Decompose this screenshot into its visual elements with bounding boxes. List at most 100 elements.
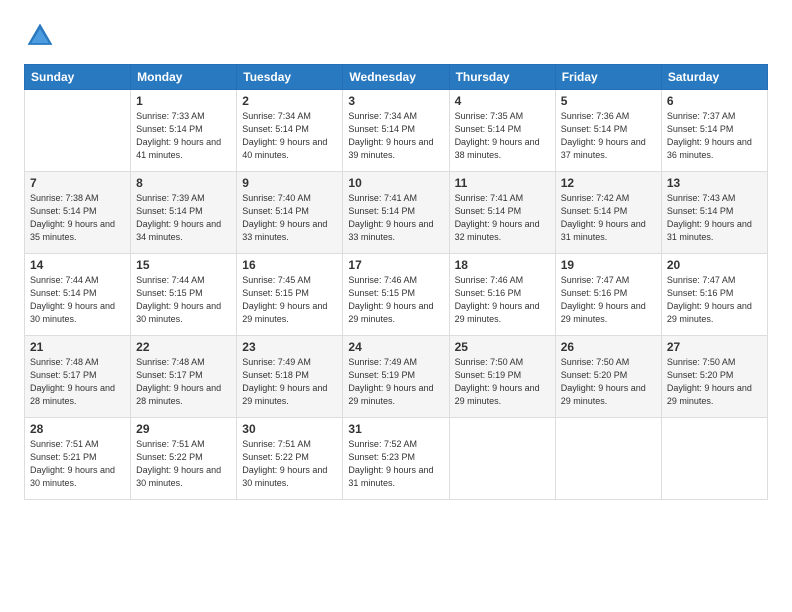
day-info: Sunrise: 7:45 AMSunset: 5:15 PMDaylight:… [242,274,337,326]
day-cell [449,418,555,500]
day-cell [555,418,661,500]
day-cell: 8Sunrise: 7:39 AMSunset: 5:14 PMDaylight… [131,172,237,254]
day-info: Sunrise: 7:50 AMSunset: 5:20 PMDaylight:… [561,356,656,408]
day-number: 27 [667,340,762,354]
logo [24,20,60,52]
day-cell: 15 Sunrise: 7:44 AMSunset: 5:15 PMDayligh… [131,254,237,336]
day-cell: 17 Sunrise: 7:46 AMSunset: 5:15 PMDayligh… [343,254,449,336]
day-info: Sunrise: 7:48 AMSunset: 5:17 PMDaylight:… [136,356,231,408]
day-cell: 28 Sunrise: 7:51 AMSunset: 5:21 PMDayligh… [25,418,131,500]
day-cell: 18 Sunrise: 7:46 AMSunset: 5:16 PMDayligh… [449,254,555,336]
day-info: Sunrise: 7:37 AMSunset: 5:14 PMDaylight:… [667,110,762,162]
day-cell: 24 Sunrise: 7:49 AMSunset: 5:19 PMDayligh… [343,336,449,418]
day-cell: 11 Sunrise: 7:41 AMSunset: 5:14 PMDayligh… [449,172,555,254]
day-cell: 3 Sunrise: 7:34 AMSunset: 5:14 PMDaylight… [343,90,449,172]
day-info: Sunrise: 7:44 AMSunset: 5:15 PMDaylight:… [136,274,231,326]
day-cell: 23 Sunrise: 7:49 AMSunset: 5:18 PMDayligh… [237,336,343,418]
day-info: Sunrise: 7:39 AMSunset: 5:14 PMDaylight:… [136,192,231,244]
day-info: Sunrise: 7:41 AMSunset: 5:14 PMDaylight:… [455,192,550,244]
day-info: Sunrise: 7:46 AMSunset: 5:16 PMDaylight:… [455,274,550,326]
day-number: 6 [667,94,762,108]
day-info: Sunrise: 7:35 AMSunset: 5:14 PMDaylight:… [455,110,550,162]
col-header-tuesday: Tuesday [237,65,343,90]
day-number: 16 [242,258,337,272]
day-info: Sunrise: 7:34 AMSunset: 5:14 PMDaylight:… [242,110,337,162]
day-cell: 1 Sunrise: 7:33 AMSunset: 5:14 PMDaylight… [131,90,237,172]
day-number: 2 [242,94,337,108]
col-header-sunday: Sunday [25,65,131,90]
day-number: 23 [242,340,337,354]
day-info: Sunrise: 7:51 AMSunset: 5:22 PMDaylight:… [136,438,231,490]
day-number: 3 [348,94,443,108]
day-number: 12 [561,176,656,190]
day-cell: 14 Sunrise: 7:44 AMSunset: 5:14 PMDayligh… [25,254,131,336]
day-number: 1 [136,94,231,108]
day-cell: 5 Sunrise: 7:36 AMSunset: 5:14 PMDaylight… [555,90,661,172]
calendar-table: SundayMondayTuesdayWednesdayThursdayFrid… [24,64,768,500]
day-cell: 22 Sunrise: 7:48 AMSunset: 5:17 PMDayligh… [131,336,237,418]
day-number: 17 [348,258,443,272]
col-header-wednesday: Wednesday [343,65,449,90]
day-info: Sunrise: 7:50 AMSunset: 5:19 PMDaylight:… [455,356,550,408]
day-info: Sunrise: 7:44 AMSunset: 5:14 PMDaylight:… [30,274,125,326]
day-info: Sunrise: 7:51 AMSunset: 5:22 PMDaylight:… [242,438,337,490]
day-info: Sunrise: 7:50 AMSunset: 5:20 PMDaylight:… [667,356,762,408]
day-cell: 16 Sunrise: 7:45 AMSunset: 5:15 PMDayligh… [237,254,343,336]
day-number: 20 [667,258,762,272]
day-number: 22 [136,340,231,354]
day-number: 24 [348,340,443,354]
day-info: Sunrise: 7:42 AMSunset: 5:14 PMDaylight:… [561,192,656,244]
day-cell: 10Sunrise: 7:41 AMSunset: 5:14 PMDayligh… [343,172,449,254]
day-info: Sunrise: 7:48 AMSunset: 5:17 PMDaylight:… [30,356,125,408]
day-number: 28 [30,422,125,436]
day-cell: 7Sunrise: 7:38 AMSunset: 5:14 PMDaylight… [25,172,131,254]
week-row-3: 21 Sunrise: 7:48 AMSunset: 5:17 PMDayligh… [25,336,768,418]
day-info: Sunrise: 7:51 AMSunset: 5:21 PMDaylight:… [30,438,125,490]
page: SundayMondayTuesdayWednesdayThursdayFrid… [0,0,792,612]
day-cell: 4Sunrise: 7:35 AMSunset: 5:14 PMDaylight… [449,90,555,172]
day-cell [25,90,131,172]
col-header-monday: Monday [131,65,237,90]
day-number: 14 [30,258,125,272]
week-row-1: 7Sunrise: 7:38 AMSunset: 5:14 PMDaylight… [25,172,768,254]
day-info: Sunrise: 7:41 AMSunset: 5:14 PMDaylight:… [348,192,443,244]
day-number: 25 [455,340,550,354]
day-info: Sunrise: 7:47 AMSunset: 5:16 PMDaylight:… [561,274,656,326]
day-number: 29 [136,422,231,436]
day-cell: 12 Sunrise: 7:42 AMSunset: 5:14 PMDayligh… [555,172,661,254]
day-number: 11 [455,176,550,190]
day-info: Sunrise: 7:38 AMSunset: 5:14 PMDaylight:… [30,192,125,244]
col-header-saturday: Saturday [661,65,767,90]
week-row-2: 14 Sunrise: 7:44 AMSunset: 5:14 PMDayligh… [25,254,768,336]
day-number: 19 [561,258,656,272]
day-info: Sunrise: 7:33 AMSunset: 5:14 PMDaylight:… [136,110,231,162]
col-header-thursday: Thursday [449,65,555,90]
day-number: 15 [136,258,231,272]
day-info: Sunrise: 7:49 AMSunset: 5:18 PMDaylight:… [242,356,337,408]
day-cell: 31Sunrise: 7:52 AMSunset: 5:23 PMDayligh… [343,418,449,500]
day-cell: 2 Sunrise: 7:34 AMSunset: 5:14 PMDaylight… [237,90,343,172]
day-number: 21 [30,340,125,354]
header-row: SundayMondayTuesdayWednesdayThursdayFrid… [25,65,768,90]
col-header-friday: Friday [555,65,661,90]
day-cell: 6 Sunrise: 7:37 AMSunset: 5:14 PMDaylight… [661,90,767,172]
day-cell: 30Sunrise: 7:51 AMSunset: 5:22 PMDayligh… [237,418,343,500]
day-number: 18 [455,258,550,272]
day-number: 26 [561,340,656,354]
day-info: Sunrise: 7:49 AMSunset: 5:19 PMDaylight:… [348,356,443,408]
header [24,20,768,52]
day-cell: 26 Sunrise: 7:50 AMSunset: 5:20 PMDayligh… [555,336,661,418]
day-cell [661,418,767,500]
day-info: Sunrise: 7:43 AMSunset: 5:14 PMDaylight:… [667,192,762,244]
day-info: Sunrise: 7:36 AMSunset: 5:14 PMDaylight:… [561,110,656,162]
day-number: 13 [667,176,762,190]
day-cell: 25 Sunrise: 7:50 AMSunset: 5:19 PMDayligh… [449,336,555,418]
day-number: 5 [561,94,656,108]
day-cell: 9Sunrise: 7:40 AMSunset: 5:14 PMDaylight… [237,172,343,254]
day-info: Sunrise: 7:34 AMSunset: 5:14 PMDaylight:… [348,110,443,162]
week-row-0: 1 Sunrise: 7:33 AMSunset: 5:14 PMDaylight… [25,90,768,172]
day-info: Sunrise: 7:47 AMSunset: 5:16 PMDaylight:… [667,274,762,326]
day-cell: 19 Sunrise: 7:47 AMSunset: 5:16 PMDayligh… [555,254,661,336]
day-info: Sunrise: 7:46 AMSunset: 5:15 PMDaylight:… [348,274,443,326]
day-cell: 21 Sunrise: 7:48 AMSunset: 5:17 PMDayligh… [25,336,131,418]
